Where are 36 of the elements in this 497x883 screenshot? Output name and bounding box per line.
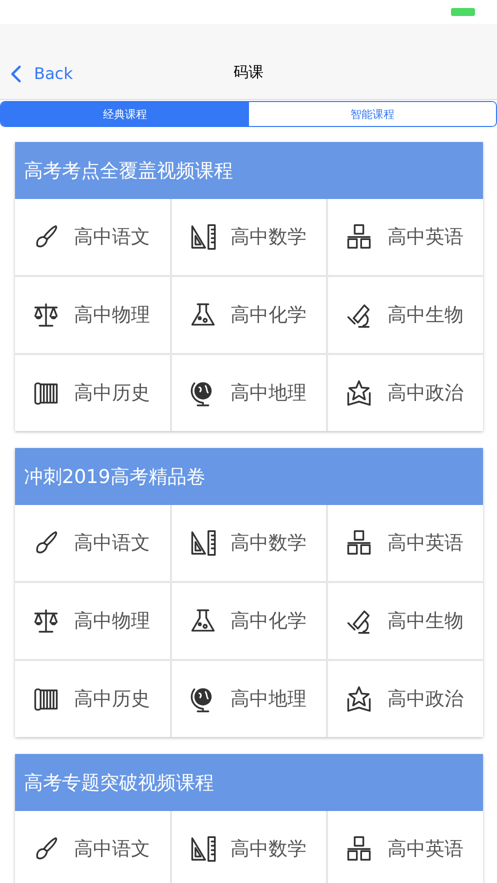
subject-item[interactable]: 高中语文 bbox=[15, 199, 170, 275]
subject-item[interactable]: 高中语文 bbox=[15, 811, 170, 883]
subject-item[interactable]: 高中英语 bbox=[328, 505, 483, 581]
scale-icon bbox=[32, 607, 60, 635]
ruler-icon bbox=[188, 529, 217, 557]
subject-item[interactable]: 高中英语 bbox=[328, 811, 483, 883]
subject-item[interactable]: 高中语文 bbox=[15, 505, 170, 581]
section-header: 高考专题突破视频课程 bbox=[15, 754, 483, 811]
back-chevron-icon bbox=[10, 64, 22, 82]
subject-item[interactable]: 高中英语 bbox=[328, 199, 483, 275]
subject-item[interactable]: 高中生物 bbox=[328, 277, 483, 353]
subject-item[interactable]: 高中政治 bbox=[328, 355, 483, 431]
page-title: 码课 bbox=[234, 63, 264, 83]
battery-icon bbox=[451, 8, 475, 16]
subject-item[interactable]: 高中物理 bbox=[15, 277, 170, 353]
ruler-icon bbox=[188, 223, 217, 251]
subject-item[interactable]: 高中数学 bbox=[172, 199, 326, 275]
subject-item[interactable]: 高中数学 bbox=[172, 505, 326, 581]
subject-item[interactable]: 高中政治 bbox=[328, 661, 483, 737]
star-icon bbox=[345, 685, 374, 713]
subject-item[interactable]: 高中物理 bbox=[15, 583, 170, 659]
subject-item[interactable]: 高中地理 bbox=[172, 661, 326, 737]
section-header: 冲刺2019高考精品卷 bbox=[15, 448, 483, 505]
subject-item[interactable]: 高中历史 bbox=[15, 661, 170, 737]
ruler-icon bbox=[188, 835, 217, 863]
back-button[interactable]: Back bbox=[0, 64, 73, 99]
subject-item[interactable]: 高中生物 bbox=[328, 583, 483, 659]
subject-item[interactable]: 高中地理 bbox=[172, 355, 326, 431]
subject-item[interactable]: 高中历史 bbox=[15, 355, 170, 431]
tab[interactable]: 经典课程 bbox=[1, 102, 248, 126]
subject-item[interactable]: 高中化学 bbox=[172, 277, 326, 353]
scale-icon bbox=[32, 301, 60, 329]
star-icon bbox=[345, 379, 374, 407]
subject-item[interactable]: 高中化学 bbox=[172, 583, 326, 659]
section-header: 高考考点全覆盖视频课程 bbox=[15, 142, 483, 199]
subject-item[interactable]: 高中数学 bbox=[172, 811, 326, 883]
